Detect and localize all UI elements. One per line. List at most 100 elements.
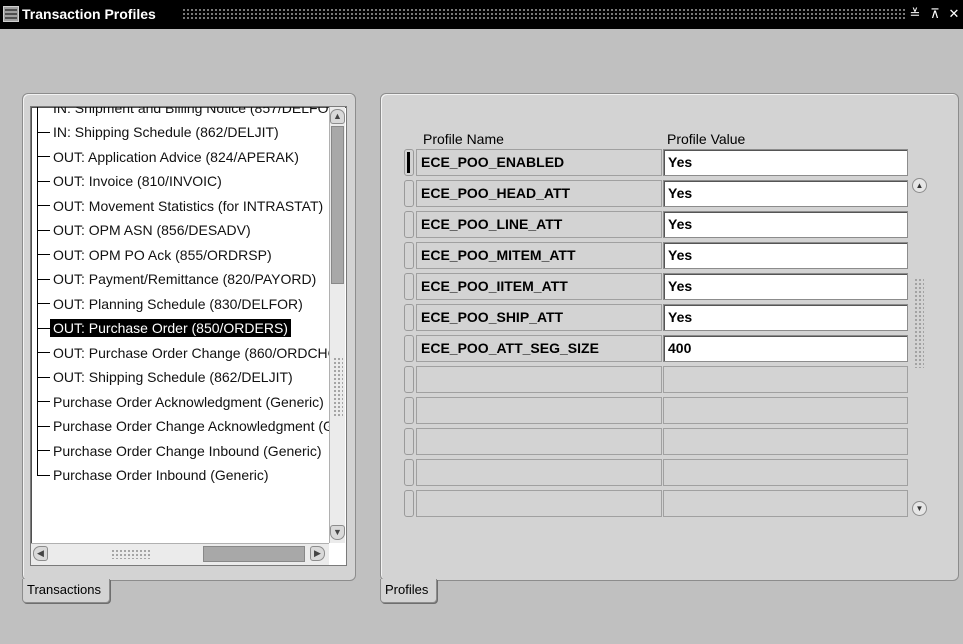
profile-value-field[interactable] — [663, 428, 908, 455]
profile-name-cell — [416, 397, 662, 424]
table-row — [404, 458, 908, 487]
row-indicator[interactable] — [404, 428, 414, 455]
tree-item[interactable]: Purchase Order Acknowledgment (Generic) — [31, 390, 327, 414]
profile-name-cell: ECE_POO_ENABLED — [416, 149, 662, 176]
profile-value-field[interactable] — [663, 397, 908, 424]
tree-branch-line — [37, 376, 50, 378]
tree-branch-line — [37, 156, 50, 158]
row-indicator[interactable] — [404, 366, 414, 393]
scroll-grip — [333, 357, 343, 417]
tree-branch-line — [37, 474, 50, 476]
tree-item-label: Purchase Order Inbound (Generic) — [53, 467, 269, 483]
profile-name-cell — [416, 366, 662, 393]
app-icon — [3, 6, 19, 22]
profile-value-field[interactable]: Yes — [663, 242, 908, 269]
tree-vscroll-thumb[interactable] — [331, 126, 344, 284]
tree-branch-line — [37, 401, 50, 403]
scroll-grip — [914, 278, 924, 368]
row-indicator[interactable] — [404, 490, 414, 517]
tree-item[interactable]: OUT: Planning Schedule (830/DELFOR) — [31, 292, 306, 316]
tree-branch-line — [37, 180, 50, 182]
profile-name-cell: ECE_POO_MITEM_ATT — [416, 242, 662, 269]
tree-item[interactable]: OUT: Shipping Schedule (862/DELJIT) — [31, 365, 296, 389]
minimize-icon[interactable]: ≚ — [907, 5, 923, 23]
tree-item-label: Purchase Order Change Acknowledgment (Ge… — [53, 418, 329, 434]
row-indicator[interactable] — [404, 335, 414, 362]
tree-viewport: IN: Shipment and Billing Notice (857/DEL… — [31, 107, 329, 543]
profiles-vertical-scrollbar[interactable]: ▲ ▼ — [911, 173, 928, 518]
table-row — [404, 427, 908, 456]
tree-branch-line — [37, 352, 50, 354]
row-indicator[interactable] — [404, 211, 414, 238]
profile-value-field[interactable]: 400 — [663, 335, 908, 362]
table-row — [404, 396, 908, 425]
title-bar-pattern — [182, 8, 905, 20]
profile-name-cell — [416, 490, 662, 517]
profile-name-cell: ECE_POO_LINE_ATT — [416, 211, 662, 238]
row-indicator[interactable] — [404, 459, 414, 486]
profile-value-field[interactable]: Yes — [663, 273, 908, 300]
tree-item[interactable]: Purchase Order Inbound (Generic) — [31, 463, 272, 487]
window-title: Transaction Profiles — [22, 6, 156, 22]
tree-item[interactable]: OUT: Purchase Order (850/ORDERS) — [31, 316, 291, 340]
scroll-right-icon[interactable]: ▶ — [310, 546, 325, 561]
tree-branch-line — [37, 131, 50, 133]
tree-branch-line — [37, 229, 50, 231]
maximize-icon[interactable]: ⊼ — [927, 5, 943, 23]
profile-value-field[interactable]: Yes — [663, 211, 908, 238]
tree-item[interactable]: OUT: Payment/Remittance (820/PAYORD) — [31, 267, 319, 291]
profile-name-cell — [416, 459, 662, 486]
tree-item[interactable]: OUT: OPM ASN (856/DESADV) — [31, 218, 254, 242]
profile-value-field[interactable] — [663, 366, 908, 393]
tree-branch-line — [37, 425, 50, 427]
tree-item[interactable]: OUT: Purchase Order Change (860/ORDCHG) — [31, 341, 329, 365]
profile-value-field[interactable] — [663, 490, 908, 517]
table-row: ECE_POO_ENABLED Yes — [404, 148, 908, 177]
tree-item-label: OUT: OPM ASN (856/DESADV) — [53, 222, 251, 238]
profile-value-field[interactable]: Yes — [663, 149, 908, 176]
tab-profiles[interactable]: Profiles — [380, 579, 438, 603]
tab-transactions[interactable]: Transactions — [22, 579, 110, 603]
profile-name-cell: ECE_POO_HEAD_ATT — [416, 180, 662, 207]
tree-item[interactable]: OUT: Application Advice (824/APERAK) — [31, 145, 302, 169]
row-indicator[interactable] — [404, 273, 414, 300]
tree-item-label: OUT: Movement Statistics (for INTRASTAT) — [53, 197, 324, 214]
row-indicator[interactable] — [404, 149, 414, 176]
column-header-profile-name: Profile Name — [423, 131, 504, 147]
tree-item-label: OUT: Payment/Remittance (820/PAYORD) — [53, 271, 317, 287]
tree-item[interactable]: OUT: Movement Statistics (for INTRASTAT) — [31, 194, 326, 218]
tree-horizontal-scrollbar[interactable]: ◀ ▶ — [31, 543, 329, 565]
table-row — [404, 489, 908, 518]
tree-item[interactable]: OUT: OPM PO Ack (855/ORDRSP) — [31, 243, 275, 267]
tree-vertical-scrollbar[interactable]: ▲ ▼ — [329, 107, 345, 543]
close-icon[interactable]: ✕ — [946, 5, 962, 23]
profile-name-cell: ECE_POO_SHIP_ATT — [416, 304, 662, 331]
scroll-up-icon[interactable]: ▲ — [330, 109, 345, 124]
row-indicator[interactable] — [404, 180, 414, 207]
row-indicator[interactable] — [404, 304, 414, 331]
tree-item[interactable]: Purchase Order Change Inbound (Generic) — [31, 439, 324, 463]
tree-item-label: Purchase Order Acknowledgment (Generic) — [53, 393, 324, 410]
tree-branch-line — [37, 205, 50, 207]
scroll-left-icon[interactable]: ◀ — [33, 546, 48, 561]
scroll-down-icon[interactable]: ▼ — [912, 501, 927, 516]
table-row: ECE_POO_ATT_SEG_SIZE 400 — [404, 334, 908, 363]
tree-branch-line — [37, 327, 50, 329]
table-row — [404, 365, 908, 394]
scroll-down-icon[interactable]: ▼ — [330, 525, 345, 540]
tree-hscroll-thumb[interactable] — [203, 546, 305, 562]
profile-value-field[interactable]: Yes — [663, 180, 908, 207]
tree-item[interactable]: Purchase Order Change Acknowledgment (Ge… — [31, 414, 329, 438]
table-row: ECE_POO_LINE_ATT Yes — [404, 210, 908, 239]
scroll-up-icon[interactable]: ▲ — [912, 178, 927, 193]
tree-item[interactable]: IN: Shipping Schedule (862/DELJIT) — [31, 120, 282, 144]
tree-item[interactable]: OUT: Invoice (810/INVOIC) — [31, 169, 225, 193]
tree-item-label: Purchase Order Change Inbound (Generic) — [53, 442, 322, 459]
row-indicator[interactable] — [404, 397, 414, 424]
table-row: ECE_POO_HEAD_ATT Yes — [404, 179, 908, 208]
row-indicator[interactable] — [404, 242, 414, 269]
tree-branch-line — [37, 278, 50, 280]
tree-item-partial[interactable]: IN: Shipment and Billing Notice (857/DEL… — [31, 107, 329, 120]
profile-value-field[interactable] — [663, 459, 908, 486]
profile-value-field[interactable]: Yes — [663, 304, 908, 331]
